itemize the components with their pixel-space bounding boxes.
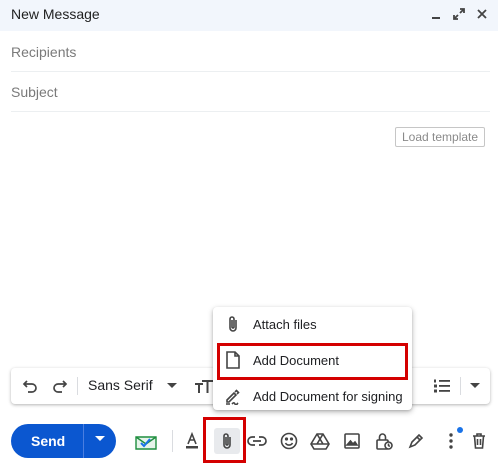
- send-button[interactable]: Send: [11, 424, 116, 458]
- header-controls: [427, 5, 490, 22]
- menu-item-label: Attach files: [253, 316, 317, 332]
- signature-icon: [224, 387, 242, 405]
- send-divider: [83, 424, 84, 458]
- link-icon[interactable]: [246, 430, 268, 452]
- drive-icon[interactable]: [309, 430, 331, 452]
- photo-icon[interactable]: [341, 430, 363, 452]
- menu-item-add-document[interactable]: Add Document: [213, 343, 412, 377]
- toolbar-divider: [77, 377, 78, 395]
- undo-icon[interactable]: [21, 376, 39, 396]
- compose-header: New Message: [0, 0, 498, 31]
- font-dropdown[interactable]: Sans Serif: [88, 377, 153, 393]
- send-options-icon[interactable]: [95, 436, 105, 441]
- more-formatting-icon[interactable]: [469, 376, 481, 396]
- toolbar-divider: [172, 430, 173, 452]
- notification-dot: [457, 427, 463, 433]
- window-title: New Message: [11, 6, 100, 22]
- send-label: Send: [31, 433, 66, 449]
- attach-menu: Attach files Add Document Add Document f…: [213, 307, 412, 410]
- recipients-placeholder: Recipients: [11, 43, 77, 60]
- close-icon[interactable]: [473, 5, 490, 22]
- signature-pen-icon[interactable]: [405, 430, 427, 452]
- menu-item-label: Add Document: [253, 352, 339, 368]
- subject-field[interactable]: Subject: [11, 72, 490, 112]
- more-options-icon[interactable]: [440, 430, 462, 452]
- load-template-button[interactable]: Load template: [395, 127, 486, 147]
- redo-icon[interactable]: [51, 376, 69, 396]
- minimize-icon[interactable]: [427, 5, 444, 22]
- attach-icon[interactable]: [216, 430, 238, 452]
- expand-icon[interactable]: [450, 5, 467, 22]
- menu-item-add-document-for-signing[interactable]: Add Document for signing: [213, 379, 412, 413]
- subject-placeholder: Subject: [11, 83, 58, 100]
- mail-merge-icon[interactable]: [133, 430, 159, 452]
- paperclip-icon: [224, 315, 242, 333]
- confidential-icon[interactable]: [373, 430, 395, 452]
- toolbar-divider: [460, 377, 461, 395]
- text-size-icon[interactable]: [193, 376, 215, 396]
- trash-icon[interactable]: [468, 430, 490, 452]
- recipients-field[interactable]: Recipients: [11, 32, 490, 72]
- emoji-icon[interactable]: [278, 430, 300, 452]
- menu-item-label: Add Document for signing: [253, 388, 403, 404]
- text-color-icon[interactable]: [181, 430, 203, 452]
- chevron-down-icon[interactable]: [166, 376, 178, 396]
- numbered-list-icon[interactable]: [432, 376, 452, 396]
- menu-item-attach-files[interactable]: Attach files: [213, 307, 412, 341]
- document-icon: [224, 351, 242, 369]
